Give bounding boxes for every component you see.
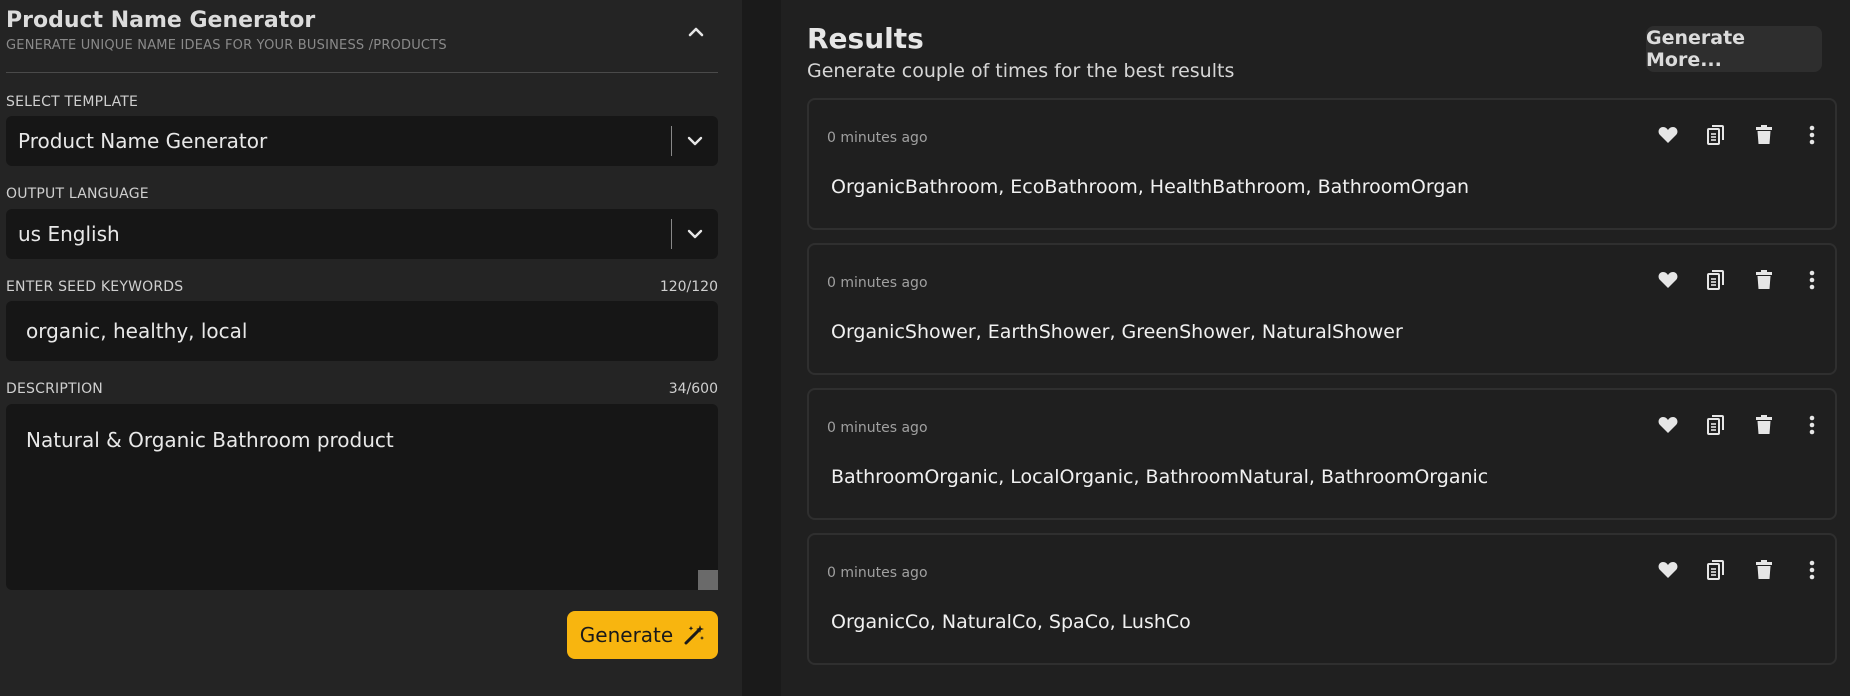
panel-gutter — [742, 0, 781, 696]
result-actions — [1657, 412, 1823, 438]
chevron-down-icon[interactable] — [672, 116, 718, 166]
result-text[interactable]: OrganicCo, NaturalCo, SpaCo, LushCo — [831, 611, 1191, 633]
template-select[interactable]: Product Name Generator — [6, 116, 718, 166]
heart-icon[interactable] — [1657, 269, 1679, 291]
more-vertical-icon[interactable] — [1801, 414, 1823, 436]
copy-icon[interactable] — [1705, 269, 1727, 291]
description-textarea[interactable]: Natural & Organic Bathroom product — [6, 404, 718, 590]
copy-icon[interactable] — [1705, 414, 1727, 436]
collapse-button[interactable] — [680, 16, 712, 48]
trash-icon[interactable] — [1753, 269, 1775, 291]
description-label: DESCRIPTION — [6, 381, 103, 397]
resize-handle[interactable] — [698, 570, 718, 590]
heart-icon[interactable] — [1657, 414, 1679, 436]
more-vertical-icon[interactable] — [1801, 559, 1823, 581]
more-vertical-icon[interactable] — [1801, 269, 1823, 291]
magic-wand-icon — [684, 625, 705, 645]
chevron-up-icon — [688, 27, 704, 37]
result-card: 0 minutes ago OrganicCo, NaturalCo, SpaC… — [807, 533, 1837, 665]
trash-icon[interactable] — [1753, 124, 1775, 146]
result-text[interactable]: OrganicBathroom, EcoBathroom, HealthBath… — [831, 176, 1469, 198]
results-title: Results — [807, 22, 924, 55]
output-language-label: OUTPUT LANGUAGE — [6, 186, 149, 202]
language-select-value: us English — [18, 222, 120, 246]
result-time: 0 minutes ago — [827, 565, 928, 581]
copy-icon[interactable] — [1705, 559, 1727, 581]
result-actions — [1657, 267, 1823, 293]
results-subtitle: Generate couple of times for the best re… — [807, 60, 1235, 82]
seed-keywords-counter: 120/120 — [659, 279, 718, 295]
chevron-down-icon[interactable] — [672, 209, 718, 259]
template-select-value: Product Name Generator — [18, 129, 268, 153]
heart-icon[interactable] — [1657, 559, 1679, 581]
result-actions — [1657, 122, 1823, 148]
result-card: 0 minutes ago OrganicBathroom, EcoBathro… — [807, 98, 1837, 230]
generate-button-label: Generate — [579, 623, 674, 647]
generator-panel: Product Name Generator GENERATE UNIQUE N… — [0, 0, 742, 696]
result-text[interactable]: OrganicShower, EarthShower, GreenShower,… — [831, 321, 1403, 343]
result-time: 0 minutes ago — [827, 420, 928, 436]
result-actions — [1657, 557, 1823, 583]
more-vertical-icon[interactable] — [1801, 124, 1823, 146]
seed-keywords-input[interactable]: organic, healthy, local — [6, 301, 718, 361]
trash-icon[interactable] — [1753, 559, 1775, 581]
seed-keywords-label: ENTER SEED KEYWORDS — [6, 279, 184, 295]
result-time: 0 minutes ago — [827, 130, 928, 146]
description-text: Natural & Organic Bathroom product — [26, 428, 394, 452]
panel-title: Product Name Generator — [6, 8, 316, 33]
description-counter: 34/600 — [668, 381, 718, 397]
language-select[interactable]: us English — [6, 209, 718, 259]
copy-icon[interactable] — [1705, 124, 1727, 146]
result-time: 0 minutes ago — [827, 275, 928, 291]
result-card: 0 minutes ago BathroomOrganic, LocalOrga… — [807, 388, 1837, 520]
generate-more-button[interactable]: Generate More... — [1646, 26, 1822, 72]
heart-icon[interactable] — [1657, 124, 1679, 146]
result-text[interactable]: BathroomOrganic, LocalOrganic, BathroomN… — [831, 466, 1488, 488]
generate-button[interactable]: Generate — [567, 611, 718, 659]
panel-subtitle: GENERATE UNIQUE NAME IDEAS FOR YOUR BUSI… — [6, 38, 447, 53]
result-card: 0 minutes ago OrganicShower, EarthShower… — [807, 243, 1837, 375]
trash-icon[interactable] — [1753, 414, 1775, 436]
header-divider — [6, 72, 718, 73]
select-template-label: SELECT TEMPLATE — [6, 94, 139, 110]
results-panel: Results Generate couple of times for the… — [781, 0, 1850, 696]
